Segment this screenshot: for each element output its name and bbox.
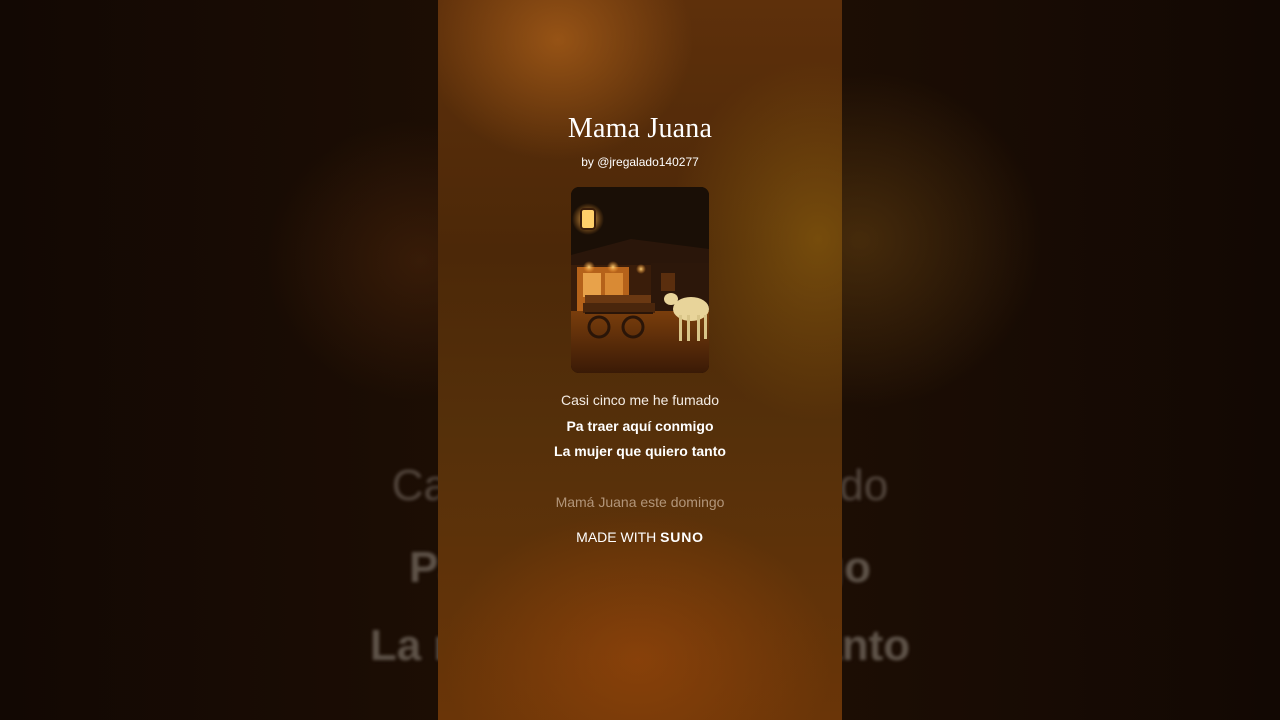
made-with-label: MADE WITH	[576, 529, 657, 545]
song-artist: by @jregalado140277	[581, 155, 699, 169]
lyric-line-next: Mamá Juana este domingo	[555, 494, 725, 510]
lyric-card: Mama Juana by @jregalado140277 Casi cinc…	[438, 0, 842, 720]
lyric-line-current: La mujer que quiero tanto	[554, 443, 726, 459]
album-cover-night-cart-cow-icon	[571, 187, 709, 373]
made-with-suno-badge: MADE WITH SUNO	[438, 528, 842, 546]
song-title: Mama Juana	[567, 113, 713, 144]
lyric-line-previous: Casi cinco me he fumado	[561, 392, 719, 408]
lyric-line-current: Pa traer aquí conmigo	[566, 418, 714, 434]
video-frame: Casi cinco me he fumado Pa traer aquí co…	[0, 0, 1280, 720]
album-cover	[571, 187, 709, 373]
suno-brand-logo: SUNO	[660, 529, 704, 545]
